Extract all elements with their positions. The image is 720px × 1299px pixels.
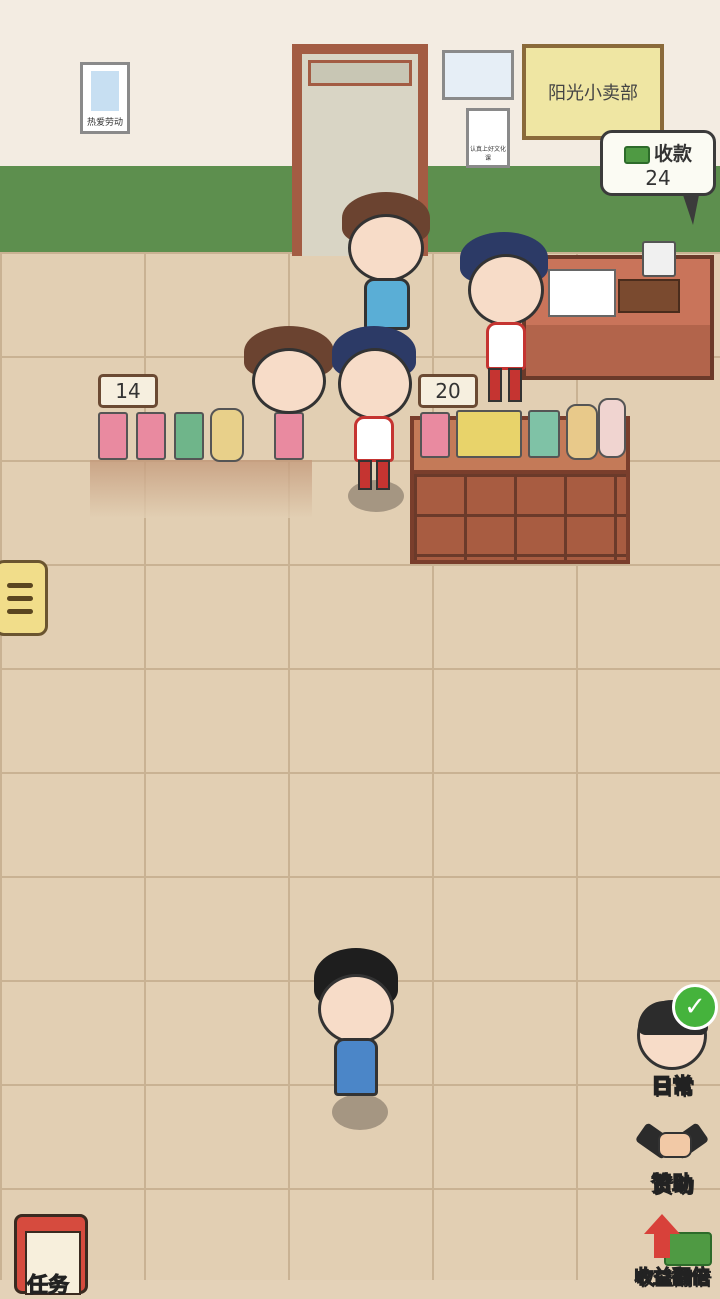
head <box>468 254 544 326</box>
ledger-book <box>548 269 616 317</box>
customer-girl-glasses <box>340 192 430 342</box>
cash-amount: 24 <box>645 166 671 190</box>
up-arrow-icon <box>634 1214 712 1266</box>
snack-pack <box>420 412 450 458</box>
class-photo-poster <box>442 50 514 100</box>
leg <box>508 368 522 402</box>
cash-label: 收款 <box>653 143 692 165</box>
left-stall-price: 14 <box>98 374 158 408</box>
school-dress <box>334 1038 378 1096</box>
uniform-top <box>354 416 394 462</box>
candy-jar <box>566 404 598 460</box>
leg <box>488 368 502 402</box>
sponsor-label: 赞助 <box>651 1172 694 1197</box>
pencil-box <box>528 410 560 458</box>
uniform-top <box>486 322 526 370</box>
head <box>348 214 424 282</box>
head <box>318 974 394 1044</box>
tracksuit <box>364 278 410 330</box>
customer-boy-1 <box>460 232 550 408</box>
leg <box>358 460 372 490</box>
snack-pack <box>136 412 166 460</box>
income-double-label: 收益翻倍 <box>633 1266 710 1289</box>
bubble-tail <box>683 195 699 225</box>
money-icon <box>623 145 650 164</box>
handshake-icon <box>634 1116 710 1168</box>
snack-pack <box>174 412 204 460</box>
mug <box>642 241 676 277</box>
snack-stall-left[interactable] <box>90 408 312 518</box>
poster-caption: 认真上好文化课 <box>469 146 506 162</box>
tasks-label: 任务 <box>27 1273 70 1298</box>
snack-pack <box>98 412 128 460</box>
stationery-shelf[interactable] <box>410 398 630 564</box>
abacus <box>618 279 680 313</box>
customer-boy-2 <box>332 326 418 496</box>
labor-poster: 热爱劳动 <box>80 62 130 134</box>
sponsor-button[interactable]: 赞助 <box>630 1116 714 1198</box>
head <box>252 348 326 414</box>
daily-label: 日常 <box>651 1074 694 1099</box>
candy-jar <box>598 398 626 458</box>
check-icon: ✓ <box>672 984 718 1030</box>
study-poster: 认真上好文化课 <box>466 108 510 168</box>
poster-art <box>91 71 119 111</box>
menu-button[interactable] <box>0 560 48 636</box>
door-transom <box>308 60 412 86</box>
customer-girl-2 <box>244 326 334 416</box>
income-double-button[interactable]: 收益翻倍 <box>630 1214 714 1289</box>
head <box>338 348 412 420</box>
player-girl[interactable] <box>304 948 408 1114</box>
candy-jar <box>210 408 244 462</box>
shop-sign: 阳光小卖部 <box>522 44 664 140</box>
snack-pack <box>274 412 304 460</box>
shelf-body <box>410 474 630 564</box>
cashier-desk <box>522 241 714 380</box>
notebook-stack <box>456 410 522 458</box>
cash-collect-bubble[interactable]: 收款 24 <box>600 130 716 225</box>
leg <box>376 460 390 490</box>
menu-icon-bar <box>7 609 33 614</box>
menu-icon-bar <box>7 596 33 601</box>
stall-placeholder-base <box>90 460 312 518</box>
menu-icon <box>7 583 33 588</box>
tasks-button[interactable]: 任务 <box>14 1214 88 1298</box>
poster-caption: 热爱劳动 <box>86 118 123 128</box>
